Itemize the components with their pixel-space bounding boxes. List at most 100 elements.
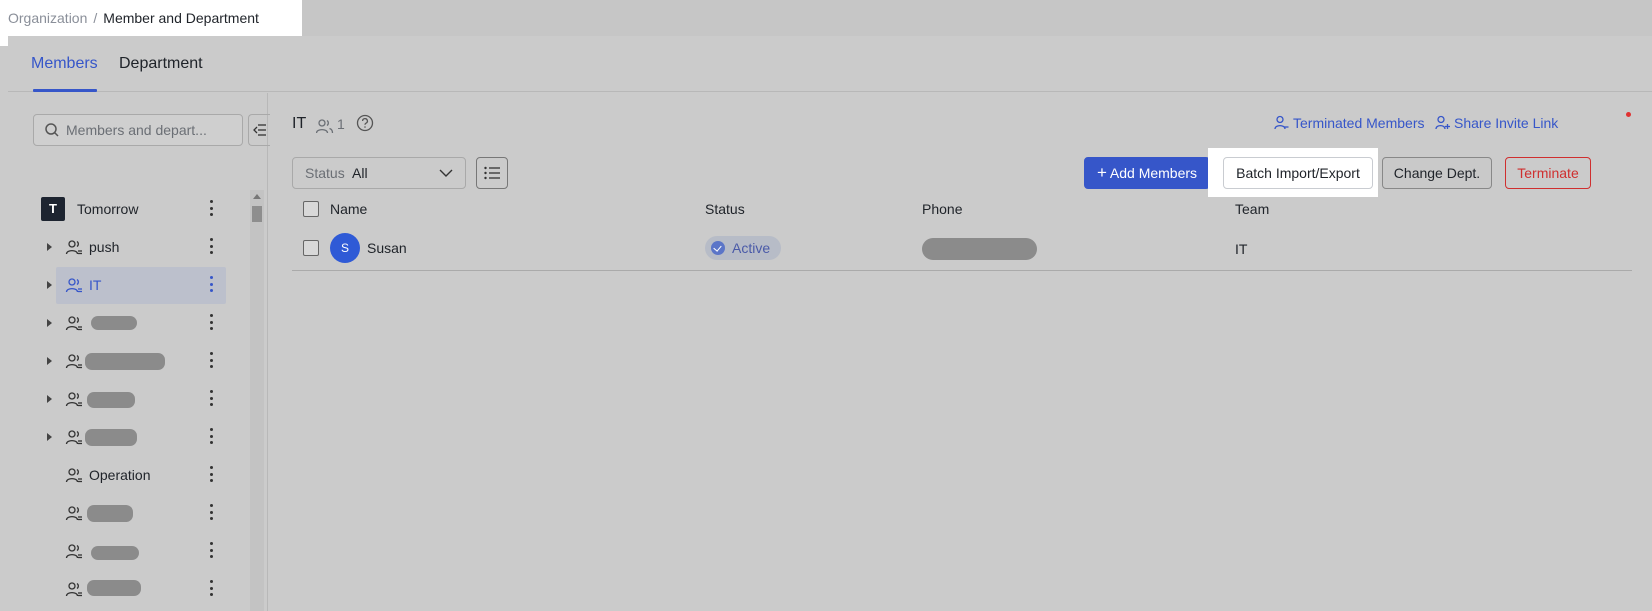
tab-department[interactable]: Department [119,55,203,73]
redacted-label [87,505,133,522]
user-minus-icon [1274,115,1289,130]
notification-dot [1626,112,1631,117]
status-filter-select[interactable]: Status All [292,157,466,189]
help-icon[interactable] [356,114,374,132]
more-icon[interactable] [210,504,214,522]
change-dept-button[interactable]: Change Dept. [1382,157,1492,189]
tree-item-it[interactable]: IT [8,266,238,304]
expand-caret-icon[interactable] [47,433,52,441]
more-icon[interactable] [210,428,214,446]
share-invite-label: Share Invite Link [1454,115,1559,131]
tree-item-redacted[interactable] [8,304,238,342]
collapse-icon [253,124,266,136]
avatar: S [330,233,360,263]
breadcrumb-separator: / [93,10,98,26]
column-header-status[interactable]: Status [705,201,745,217]
tree-scrollbar[interactable] [250,190,264,611]
user-plus-icon [1435,115,1450,130]
tree-item-redacted[interactable] [8,418,238,456]
expand-caret-icon[interactable] [47,243,52,251]
select-all-checkbox[interactable] [303,201,319,217]
status-filter-label: Status [305,165,345,181]
terminated-members-label: Terminated Members [1293,115,1425,131]
more-icon[interactable] [210,238,214,256]
redacted-label [91,316,137,330]
tree-org-root[interactable]: T Tomorrow [8,190,238,228]
breadcrumb-current: Member and Department [103,10,259,26]
more-icon[interactable] [210,276,214,294]
department-icon [65,392,82,407]
tree-item-redacted[interactable] [8,570,238,608]
redacted-label [87,580,141,596]
column-header-team[interactable]: Team [1235,201,1269,217]
page-shell: Members Department T Tomorrow push [8,36,1652,611]
org-avatar: T [41,197,65,221]
tree-item-redacted[interactable] [8,532,238,570]
redacted-label [91,546,139,560]
department-icon [65,582,82,597]
more-icon[interactable] [210,314,214,332]
scroll-up-arrow[interactable] [253,194,261,199]
collapse-sidebar-button[interactable] [248,114,270,146]
department-icon [65,278,82,293]
terminate-button[interactable]: Terminate [1505,157,1591,189]
more-icon[interactable] [210,466,214,484]
column-header-phone[interactable]: Phone [922,201,962,217]
redacted-phone [922,238,1037,260]
department-icon [65,506,82,521]
row-checkbox[interactable] [303,240,319,256]
redacted-label [85,429,137,446]
table-row[interactable]: S Susan Active IT [292,227,1632,271]
more-icon[interactable] [210,390,214,408]
breadcrumb-organization[interactable]: Organization [8,10,87,26]
expand-caret-icon[interactable] [47,395,52,403]
members-panel: IT 1 Terminated Members Share Invite Lin… [268,93,1652,611]
member-count: 1 [337,116,345,132]
status-badge: Active [705,236,781,260]
terminated-members-link[interactable]: Terminated Members [1274,115,1425,131]
add-members-label: Add Members [1109,165,1198,181]
tree-item-label: IT [89,277,102,293]
list-view-button[interactable] [476,157,508,189]
tree-item-redacted[interactable] [8,380,238,418]
expand-caret-icon[interactable] [47,281,52,289]
department-icon [65,468,82,483]
more-icon[interactable] [210,542,214,560]
check-circle-icon [711,241,725,255]
members-icon [316,119,334,134]
tree-item-label: push [89,239,120,255]
plus-icon: + [1096,163,1107,182]
batch-import-export-button[interactable]: Batch Import/Export [1223,157,1373,189]
list-icon [484,166,500,180]
tab-bar: Members Department [8,36,1652,92]
tree-item-operation[interactable]: Operation [8,456,238,494]
member-name[interactable]: Susan [367,240,407,256]
department-icon [65,430,82,445]
expand-caret-icon[interactable] [47,357,52,365]
department-icon [65,354,82,369]
expand-caret-icon[interactable] [47,319,52,327]
column-header-name[interactable]: Name [330,201,367,217]
more-icon[interactable] [210,200,214,218]
active-tab-indicator [33,89,97,92]
search-box[interactable] [33,114,243,146]
add-members-button[interactable]: + Add Members [1084,157,1210,189]
tree-item-push[interactable]: push [8,228,238,266]
status-text: Active [732,240,771,256]
share-invite-link[interactable]: Share Invite Link [1435,115,1558,131]
redacted-label [85,353,165,370]
scroll-thumb[interactable] [252,206,262,222]
tree-item-label: Operation [89,467,151,483]
tab-members[interactable]: Members [31,55,98,73]
status-filter-value: All [352,165,368,181]
more-icon[interactable] [210,580,214,598]
department-icon [65,544,82,559]
department-title: IT [292,115,307,132]
tree-item-redacted[interactable] [8,494,238,532]
tree-item-redacted[interactable] [8,342,238,380]
department-icon [65,316,82,331]
more-icon[interactable] [210,352,214,370]
redacted-label [87,392,135,408]
org-label: Tomorrow [77,201,139,217]
search-input[interactable] [66,120,236,140]
